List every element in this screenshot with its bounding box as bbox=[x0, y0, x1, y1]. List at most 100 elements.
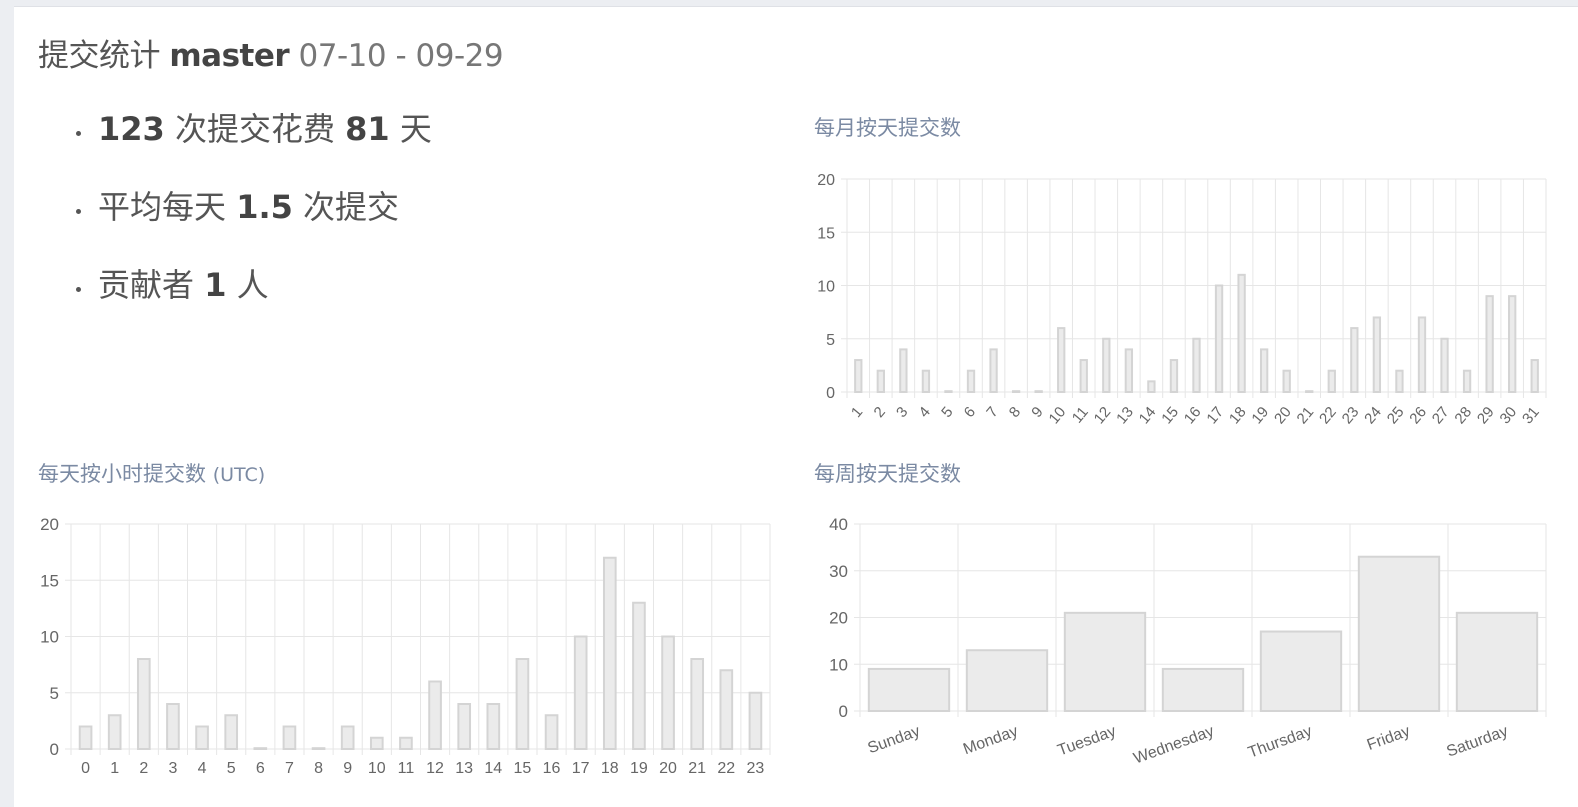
date-range: 07-10 - 09-29 bbox=[298, 38, 504, 74]
x-tick-label: 25 bbox=[1384, 404, 1408, 428]
bar-10[interactable] bbox=[1057, 327, 1066, 394]
x-tick-label: 21 bbox=[688, 760, 706, 777]
bar-21[interactable] bbox=[690, 658, 705, 750]
bar-17[interactable] bbox=[573, 635, 588, 750]
page-title: 提交统计 master 07-10 - 09-29 bbox=[38, 30, 504, 75]
x-tick-label: Monday bbox=[961, 723, 1020, 758]
x-tick-label: 3 bbox=[168, 760, 177, 777]
bar-15[interactable] bbox=[1169, 359, 1179, 394]
x-tick-label: 18 bbox=[1226, 404, 1250, 428]
summary-average: 平均每天 1.5 次提交 bbox=[76, 182, 432, 260]
x-tick-label: 28 bbox=[1451, 404, 1475, 428]
bar-1[interactable] bbox=[854, 359, 863, 394]
bar-6[interactable] bbox=[966, 369, 976, 393]
x-tick-label: 18 bbox=[601, 760, 619, 777]
bar-4[interactable] bbox=[921, 369, 931, 393]
x-tick-label: 29 bbox=[1474, 404, 1498, 428]
y-tick-label: 20 bbox=[40, 515, 59, 534]
summary-text: 次提交花费 bbox=[164, 110, 346, 148]
bar-11[interactable] bbox=[399, 736, 413, 750]
x-tick-label: 10 bbox=[1046, 404, 1070, 428]
x-tick-label: 22 bbox=[1316, 404, 1340, 428]
bar-30[interactable] bbox=[1508, 295, 1517, 393]
bar-Tuesday[interactable] bbox=[1063, 611, 1147, 712]
bar-23[interactable] bbox=[1350, 327, 1359, 394]
x-tick-label: 9 bbox=[1028, 404, 1046, 421]
bar-3[interactable] bbox=[899, 348, 908, 393]
bar-Monday[interactable] bbox=[965, 649, 1049, 713]
x-tick-label: 2 bbox=[139, 760, 148, 777]
bar-5[interactable] bbox=[224, 714, 239, 750]
bar-14[interactable] bbox=[1147, 380, 1156, 394]
branch-name: master bbox=[169, 38, 290, 74]
bar-14[interactable] bbox=[486, 703, 501, 750]
bar-18[interactable] bbox=[1237, 273, 1246, 393]
bar-20[interactable] bbox=[661, 635, 675, 750]
bar-3[interactable] bbox=[166, 703, 180, 750]
x-tick-label: Tuesday bbox=[1055, 723, 1118, 760]
bar-9[interactable] bbox=[1034, 390, 1043, 393]
hour-chart: 051015200 1 2 3 4 5 6 7 8 9 10 11 12 13 14 15 16 17 18 19 20… bbox=[40, 515, 771, 777]
bar-12[interactable] bbox=[428, 680, 442, 750]
day-count: 81 bbox=[345, 110, 390, 148]
x-tick-label: 3 bbox=[893, 404, 911, 421]
bar-10[interactable] bbox=[369, 736, 384, 750]
bar-7[interactable] bbox=[989, 348, 998, 393]
bar-22[interactable] bbox=[719, 669, 734, 750]
bar-19[interactable] bbox=[1259, 348, 1269, 393]
bar-13[interactable] bbox=[1124, 348, 1134, 393]
x-tick-label: 21 bbox=[1294, 404, 1318, 428]
bar-12[interactable] bbox=[1102, 337, 1111, 393]
bar-1[interactable] bbox=[107, 714, 122, 750]
y-tick-label: 10 bbox=[817, 279, 835, 296]
bar-23[interactable] bbox=[748, 691, 763, 750]
x-tick-label: 2 bbox=[871, 404, 889, 421]
bar-Thursday[interactable] bbox=[1259, 630, 1343, 712]
bar-17[interactable] bbox=[1214, 284, 1224, 393]
x-tick-label: Sunday bbox=[866, 723, 923, 758]
bar-8[interactable] bbox=[311, 747, 326, 750]
x-tick-label: 20 bbox=[1271, 404, 1295, 428]
bar-7[interactable] bbox=[282, 725, 297, 750]
bar-4[interactable] bbox=[195, 725, 209, 750]
bar-24[interactable] bbox=[1372, 316, 1382, 393]
x-tick-label: 0 bbox=[81, 760, 90, 777]
x-tick-label: 23 bbox=[747, 760, 765, 777]
x-tick-label: 19 bbox=[1248, 404, 1272, 428]
bar-27[interactable] bbox=[1440, 337, 1449, 393]
bar-26[interactable] bbox=[1417, 316, 1427, 393]
bar-Saturday[interactable] bbox=[1455, 611, 1539, 712]
bar-13[interactable] bbox=[457, 703, 472, 750]
bar-Sunday[interactable] bbox=[867, 667, 951, 713]
bar-2[interactable] bbox=[136, 658, 151, 750]
y-tick-label: 0 bbox=[839, 702, 848, 721]
average-per-day: 1.5 bbox=[236, 188, 293, 226]
bar-20[interactable] bbox=[1282, 369, 1291, 393]
bar-19[interactable] bbox=[632, 601, 646, 750]
bar-2[interactable] bbox=[876, 369, 885, 393]
bar-9[interactable] bbox=[340, 725, 355, 750]
bar-25[interactable] bbox=[1395, 369, 1404, 393]
bar-29[interactable] bbox=[1485, 295, 1494, 393]
x-tick-label: 24 bbox=[1361, 404, 1385, 428]
bar-8[interactable] bbox=[1011, 390, 1021, 393]
x-tick-label: 1 bbox=[848, 404, 866, 421]
bar-28[interactable] bbox=[1462, 369, 1472, 393]
bar-21[interactable] bbox=[1305, 390, 1314, 393]
x-tick-label: 15 bbox=[514, 760, 532, 777]
bar-16[interactable] bbox=[544, 714, 559, 750]
bar-31[interactable] bbox=[1530, 359, 1539, 394]
bar-5[interactable] bbox=[944, 390, 953, 393]
bar-22[interactable] bbox=[1327, 369, 1336, 393]
bar-Friday[interactable] bbox=[1357, 555, 1441, 712]
bar-6[interactable] bbox=[253, 747, 268, 750]
bar-16[interactable] bbox=[1192, 337, 1201, 393]
x-tick-label: 14 bbox=[484, 760, 502, 777]
bar-11[interactable] bbox=[1079, 359, 1088, 394]
bar-18[interactable] bbox=[602, 556, 617, 750]
bar-Wednesday[interactable] bbox=[1161, 667, 1245, 713]
x-tick-label: 17 bbox=[572, 760, 590, 777]
bar-0[interactable] bbox=[78, 725, 93, 750]
bar-15[interactable] bbox=[515, 658, 530, 750]
week-chart: 0 10 20 30 40 Sunday Monday Tuesday Wednesday Thu… bbox=[829, 515, 1547, 768]
